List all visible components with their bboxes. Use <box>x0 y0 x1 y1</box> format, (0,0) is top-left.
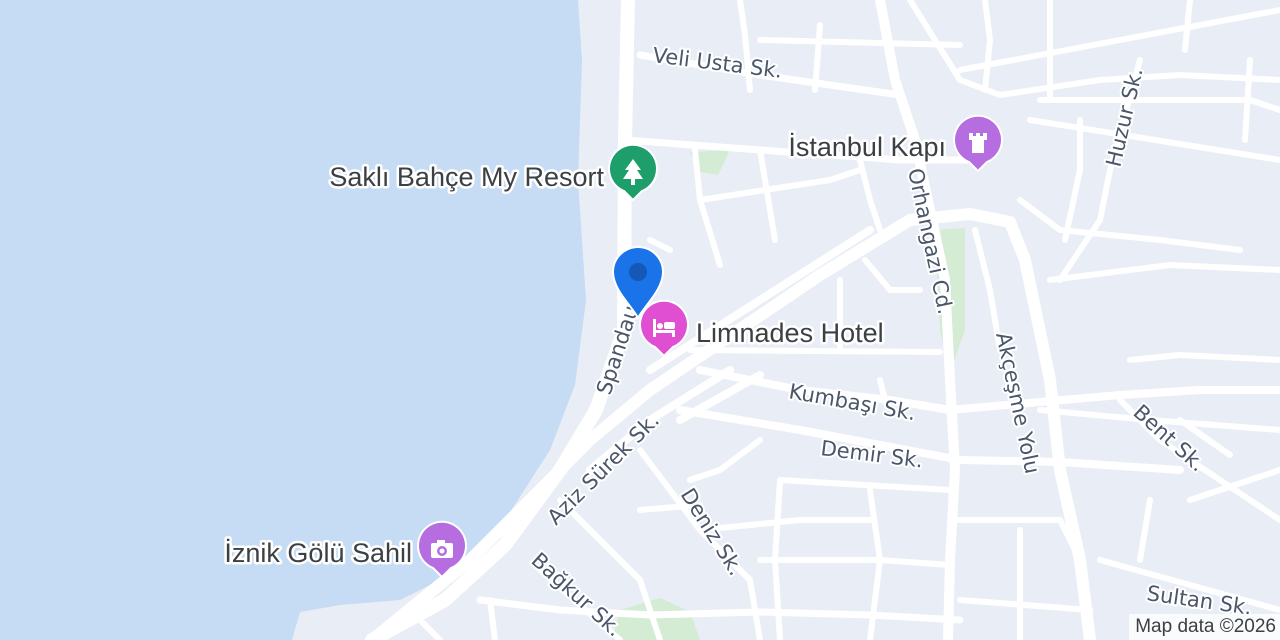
map-attribution: Map data ©2026 <box>1129 614 1280 640</box>
poi-label: Saklı Bahçe My Resort <box>329 162 604 192</box>
map-svg: Veli Usta Sk. Huzur Sk. Orhangazi Cd. Sp… <box>0 0 1280 640</box>
poi-label: Limnades Hotel <box>696 318 884 348</box>
poi-label: İznik Gölü Sahil <box>224 537 412 568</box>
map-canvas[interactable]: Veli Usta Sk. Huzur Sk. Orhangazi Cd. Sp… <box>0 0 1280 640</box>
poi-label: İstanbul Kapı <box>788 131 946 162</box>
